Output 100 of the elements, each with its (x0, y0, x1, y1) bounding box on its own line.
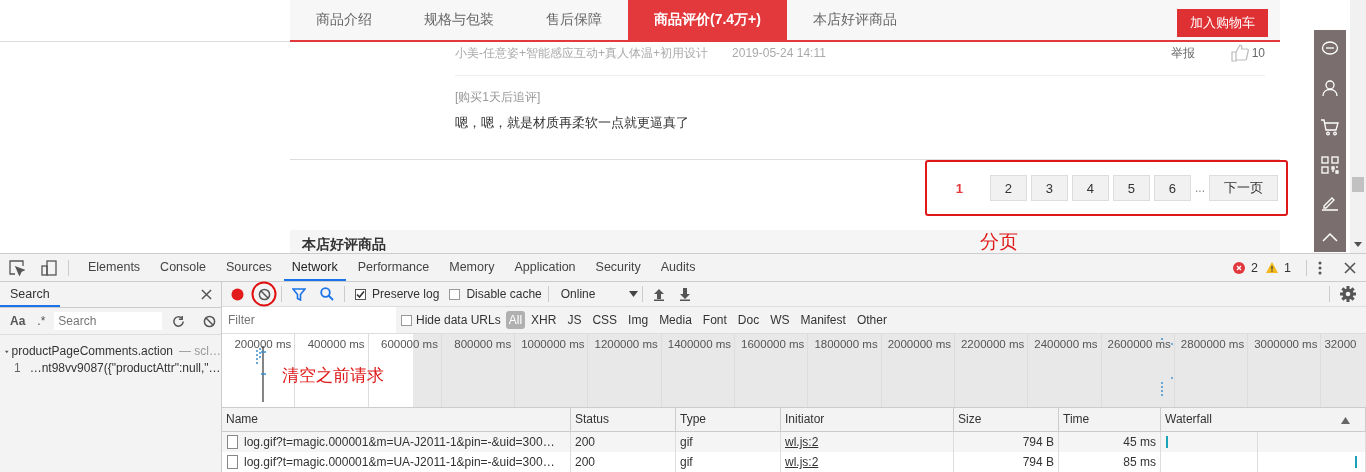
search-icon[interactable] (320, 287, 334, 301)
add-to-cart-button[interactable]: 加入购物车 (1177, 9, 1268, 37)
product-tab[interactable]: 本店好评商品 (786, 0, 923, 40)
page-number[interactable]: 2 (990, 175, 1027, 201)
match-case-toggle[interactable]: Aa (7, 314, 29, 328)
type-filter[interactable]: JS (567, 311, 582, 329)
table-cell: 794 B (1022, 435, 1054, 449)
column-header[interactable]: Time (1059, 408, 1161, 431)
checkmark-icon (356, 289, 365, 299)
qr-code-icon[interactable] (1321, 156, 1339, 175)
settings-icon[interactable] (1340, 286, 1356, 302)
clear-icon[interactable] (258, 287, 271, 301)
close-icon[interactable] (1344, 261, 1356, 274)
sort-ascending-icon[interactable] (1341, 417, 1350, 424)
page-number[interactable]: 1 (941, 175, 978, 201)
device-toolbar-icon[interactable] (41, 259, 57, 276)
up-caret-icon[interactable] (1321, 231, 1339, 242)
scroll-down-arrow[interactable] (1354, 242, 1362, 247)
devtools-tab[interactable]: Performance (349, 254, 438, 281)
timeline-tick-label: 2800000 ms (1180, 338, 1245, 350)
thumbs-up-icon[interactable] (1230, 44, 1249, 62)
throttling-dropdown[interactable]: Online (558, 287, 645, 301)
timeline-tick-label: 3000000 ms (1254, 338, 1318, 350)
devtools-tab[interactable]: Sources (218, 254, 280, 281)
type-filter[interactable]: Img (628, 311, 649, 329)
timeline-tick-label: 1200000 ms (594, 338, 658, 350)
result-file-path: — scl… (179, 343, 221, 360)
scrollbar[interactable] (1350, 0, 1366, 253)
disable-cache-checkbox[interactable]: Disable cache (449, 287, 542, 301)
type-filter[interactable]: WS (770, 311, 790, 329)
type-filter[interactable]: CSS (592, 311, 618, 329)
type-filter[interactable]: Other (856, 311, 887, 329)
type-filter[interactable]: XHR (531, 311, 557, 329)
more-options-icon[interactable] (1318, 260, 1322, 275)
report-link[interactable]: 举报 (1170, 44, 1195, 62)
preserve-log-checkbox[interactable]: Preserve log (355, 287, 440, 301)
upload-icon[interactable] (653, 287, 666, 301)
record-button[interactable] (231, 287, 244, 301)
timeline-tick-label: 200000 ms (234, 338, 292, 350)
devtools-tab[interactable]: Elements (80, 254, 149, 281)
search-match[interactable]: …nt98vv9087({"productAttr":null,"… (29, 360, 221, 377)
table-cell: gif (680, 455, 693, 469)
timeline-tick-label: 32000 (1324, 338, 1357, 350)
search-tab[interactable]: Search (0, 282, 60, 307)
filter-field[interactable]: Filter (222, 307, 396, 333)
scrollbar-thumb[interactable] (1352, 177, 1364, 192)
search-field[interactable]: Search (54, 312, 163, 330)
page-number[interactable]: 4 (1072, 175, 1109, 201)
page-number[interactable]: 6 (1154, 175, 1191, 201)
timeline-tick-label: 1400000 ms (667, 338, 732, 350)
timeline-tick-label: 800000 ms (454, 338, 512, 350)
column-header[interactable]: Name (222, 408, 571, 431)
regex-toggle[interactable]: .* (34, 314, 49, 328)
annotation-circle (251, 280, 277, 307)
refresh-icon[interactable] (172, 314, 186, 328)
request-name[interactable]: log.gif?t=magic.000001&m=UA-J2011-1&pin=-&uid=300… (244, 432, 555, 452)
filter-icon[interactable] (292, 287, 306, 301)
type-filter[interactable]: Doc (737, 311, 760, 329)
inspect-icon[interactable] (9, 259, 25, 276)
user-icon[interactable] (1321, 79, 1339, 97)
product-tab[interactable]: 商品介绍 (290, 0, 398, 40)
table-cell: 794 B (1022, 455, 1054, 469)
initiator-link[interactable]: wl.js:2 (785, 435, 819, 449)
result-file-name[interactable]: productPageComments.action (11, 343, 173, 360)
next-page-button[interactable]: 下一页 (1209, 175, 1278, 201)
product-tab[interactable]: 规格与包装 (398, 0, 520, 40)
timeline-tick-label: 1600000 ms (741, 338, 805, 350)
timeline-tick-label: 2000000 ms (887, 338, 951, 350)
product-tab[interactable]: 售后保障 (520, 0, 628, 40)
initiator-link[interactable]: wl.js:2 (785, 455, 819, 469)
devtools-tab[interactable]: Memory (441, 254, 503, 281)
cart-icon[interactable] (1320, 117, 1340, 136)
followup-comment: 嗯，嗯，就是材质再柔软一点就更逼真了 (455, 114, 690, 132)
devtools-tab[interactable]: Application (506, 254, 584, 281)
devtools-tab[interactable]: Console (152, 254, 214, 281)
download-icon[interactable] (679, 287, 692, 301)
followup-label: [购买1天后追评] (455, 89, 542, 106)
devtools-tab[interactable]: Audits (652, 254, 704, 281)
type-filter[interactable]: Manifest (800, 311, 846, 329)
column-header[interactable]: Status (571, 408, 676, 431)
column-header[interactable]: Initiator (781, 408, 954, 431)
devtools-tab[interactable]: Security (587, 254, 649, 281)
warning-count: 1 (1284, 260, 1291, 275)
request-name[interactable]: log.gif?t=magic.000001&m=UA-J2011-1&pin=-&uid=300… (244, 452, 555, 472)
clear-icon[interactable] (203, 314, 217, 328)
column-header[interactable]: Size (954, 408, 1059, 431)
column-header[interactable]: Type (676, 408, 781, 431)
type-filter[interactable]: Font (702, 311, 727, 329)
error-count: 2 (1251, 260, 1259, 275)
page-number[interactable]: 3 (1031, 175, 1068, 201)
caret-icon (629, 291, 639, 297)
hide-data-urls-checkbox[interactable]: Hide data URLs (401, 313, 501, 327)
timeline-tick-label: 2200000 ms (960, 338, 1025, 350)
page-number[interactable]: 5 (1113, 175, 1150, 201)
timeline-tick-label: 1800000 ms (814, 338, 878, 350)
table-cell: 45 ms (1123, 435, 1156, 449)
timeline-tick-label: 400000 ms (307, 338, 365, 350)
table-cell: 200 (575, 455, 596, 469)
product-tab[interactable]: 商品评价(7.4万+) (628, 0, 787, 40)
type-filter[interactable]: Media (659, 311, 692, 329)
